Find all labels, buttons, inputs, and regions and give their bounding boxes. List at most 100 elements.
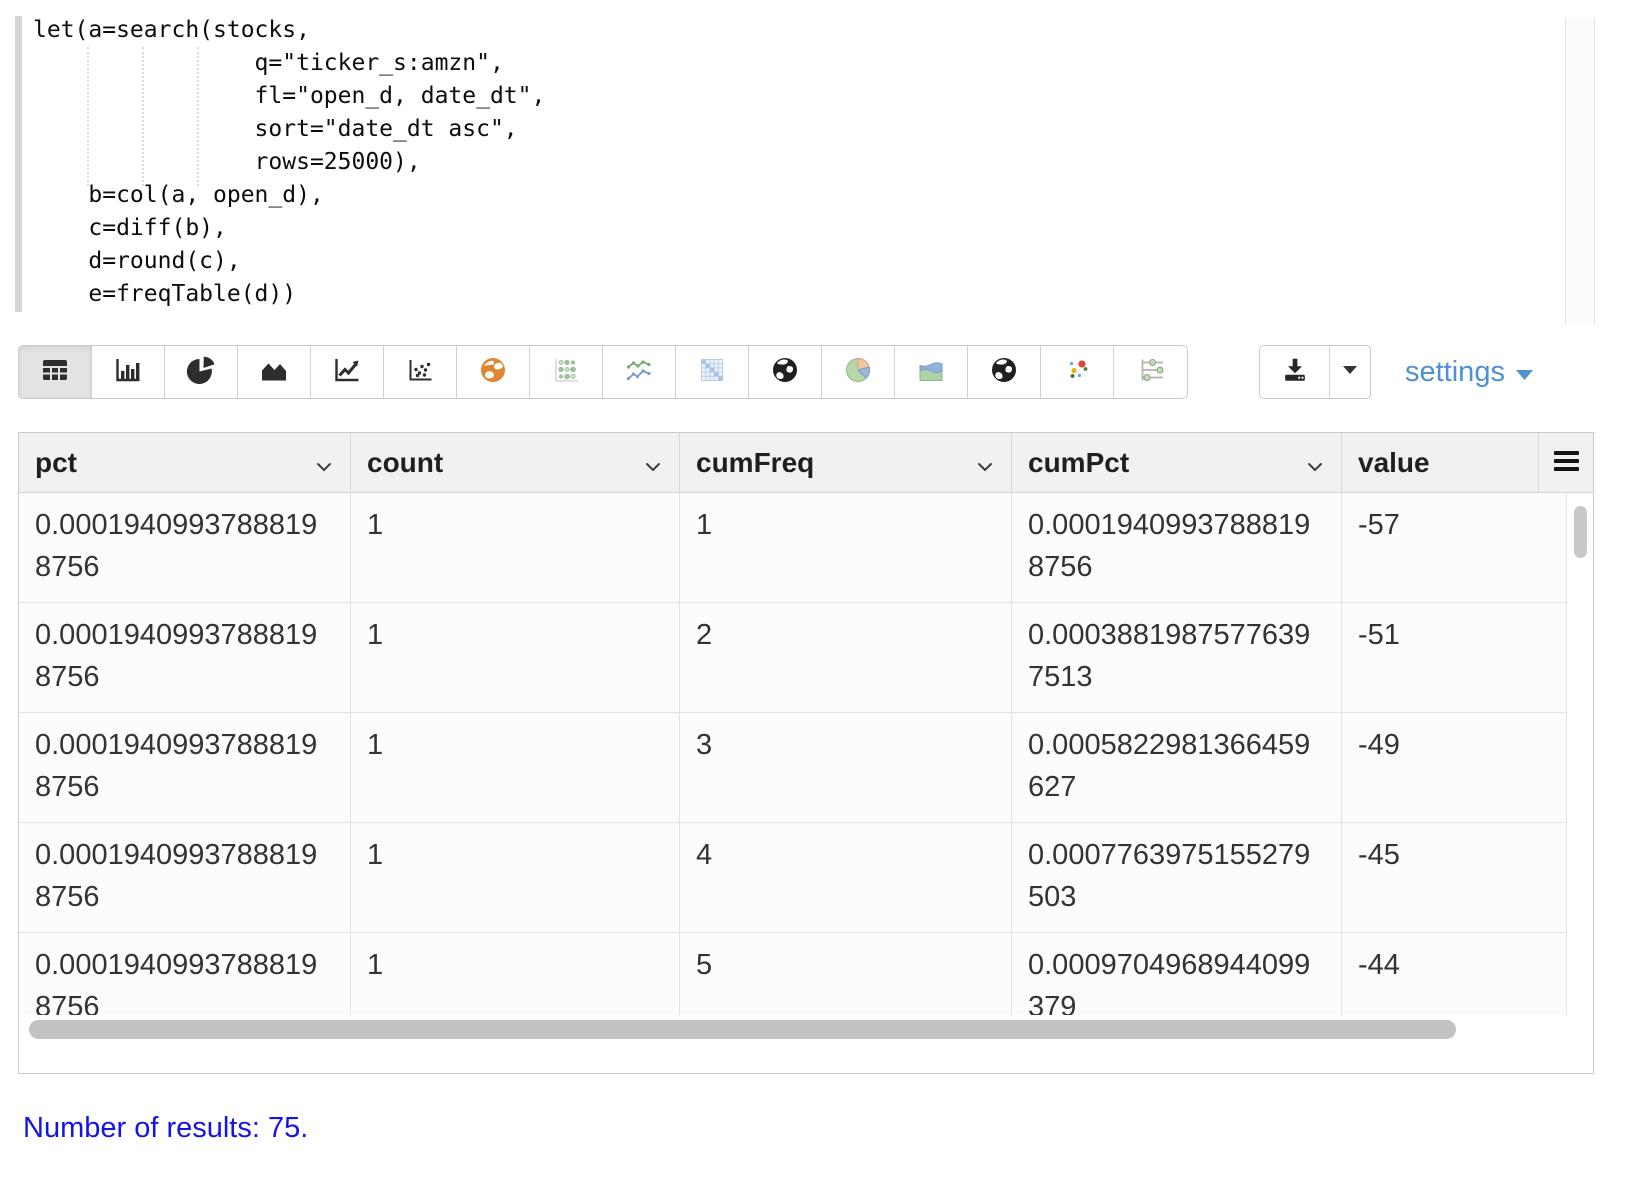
settings-label: settings	[1405, 356, 1505, 389]
column-header-count[interactable]: count	[351, 433, 680, 492]
viz-button-area-chart[interactable]	[238, 346, 311, 398]
download-icon	[1280, 355, 1310, 390]
column-header-cumFreq[interactable]: cumFreq	[680, 433, 1012, 492]
viz-button-line-chart[interactable]	[311, 346, 384, 398]
cell-value: -51	[1342, 603, 1567, 712]
table-menu-button[interactable]	[1539, 433, 1593, 492]
code-line: c=diff(b),	[33, 212, 545, 245]
globe-dark-icon	[987, 354, 1021, 391]
cell-pct: 0.00019409937888198756	[19, 493, 351, 602]
code-line: e=freqTable(d))	[33, 278, 545, 311]
cell-cumPct: 0.0005822981366459627	[1012, 713, 1342, 822]
download-dropdown-button[interactable]	[1330, 346, 1370, 398]
chevron-down-icon[interactable]	[1307, 447, 1323, 479]
editor-scrollbar[interactable]	[1565, 18, 1595, 324]
chevron-down-icon[interactable]	[645, 447, 661, 479]
chevron-down-icon[interactable]	[316, 447, 332, 479]
code-block[interactable]: let(a=search(stocks, q="ticker_s:amzn", …	[33, 14, 545, 311]
table-row[interactable]: 0.00019409937888198756 1 2 0.00038819875…	[19, 603, 1567, 713]
code-line: sort="date_dt asc",	[33, 113, 545, 146]
table-row[interactable]: 0.00019409937888198756 1 4 0.00077639751…	[19, 823, 1567, 933]
vertical-scrollbar-thumb[interactable]	[1574, 506, 1587, 558]
download-button[interactable]	[1260, 346, 1330, 398]
cell-count: 1	[351, 493, 680, 602]
viz-button-map-globe-orange[interactable]	[457, 346, 530, 398]
cell-value: -57	[1342, 493, 1567, 602]
results-table: pct count cumFreq cumPct value	[18, 432, 1594, 1074]
area-chart-icon	[257, 354, 291, 391]
column-label: cumPct	[1028, 447, 1129, 479]
caret-down-icon	[1505, 356, 1534, 389]
cell-cumFreq: 1	[680, 493, 1012, 602]
chevron-down-icon[interactable]	[977, 447, 993, 479]
notebook-paragraph: let(a=search(stocks, q="ticker_s:amzn", …	[0, 0, 1626, 1184]
globe-dark-icon	[768, 354, 802, 391]
viz-button-area-chart-color[interactable]	[895, 346, 968, 398]
viz-button-heatmap[interactable]	[676, 346, 749, 398]
column-header-cumPct[interactable]: cumPct	[1012, 433, 1342, 492]
viz-button-multi-line-chart[interactable]	[603, 346, 676, 398]
cell-pct: 0.00019409937888198756	[19, 713, 351, 822]
code-line: fl="open_d, date_dt",	[33, 80, 545, 113]
viz-button-sliders[interactable]	[1114, 346, 1187, 398]
viz-button-pie-chart[interactable]	[165, 346, 238, 398]
horizontal-scrollbar-thumb[interactable]	[29, 1020, 1456, 1039]
scatter-color-icon	[1060, 354, 1094, 391]
viz-button-bubble-grid[interactable]	[530, 346, 603, 398]
cell-cumFreq: 2	[680, 603, 1012, 712]
viz-button-globe-dark-2[interactable]	[968, 346, 1041, 398]
cell-value: -49	[1342, 713, 1567, 822]
cell-cumFreq: 4	[680, 823, 1012, 932]
vertical-scrollbar[interactable]	[1567, 493, 1593, 1045]
viz-button-scatter-color[interactable]	[1041, 346, 1114, 398]
cell-pct: 0.00019409937888198756	[19, 823, 351, 932]
column-label: count	[367, 447, 443, 479]
table-row[interactable]: 0.00019409937888198756 1 1 0.00019409937…	[19, 493, 1567, 603]
caret-down-icon	[1341, 363, 1359, 381]
bar-chart-icon	[111, 354, 145, 391]
cell-cumPct: 0.00038819875776397513	[1012, 603, 1342, 712]
globe-orange-icon	[476, 354, 510, 391]
viz-button-pie-chart-color[interactable]	[822, 346, 895, 398]
column-label: value	[1358, 447, 1430, 479]
bubble-grid-icon	[549, 354, 583, 391]
table-header-row: pct count cumFreq cumPct value	[19, 433, 1593, 493]
viz-button-scatter-plot[interactable]	[384, 346, 457, 398]
code-line: let(a=search(stocks,	[33, 14, 545, 47]
column-header-pct[interactable]: pct	[19, 433, 351, 492]
area-color-icon	[914, 354, 948, 391]
cell-cumPct: 0.00019409937888198756	[1012, 493, 1342, 602]
viz-button-bar-chart[interactable]	[92, 346, 165, 398]
column-label: pct	[35, 447, 77, 479]
line-chart-icon	[330, 354, 364, 391]
cell-count: 1	[351, 713, 680, 822]
code-line: b=col(a, open_d),	[33, 179, 545, 212]
cell-cumPct: 0.0007763975155279503	[1012, 823, 1342, 932]
cell-count: 1	[351, 823, 680, 932]
hamburger-menu-icon	[1553, 447, 1580, 479]
results-count-text: Number of results: 75.	[23, 1112, 308, 1145]
cell-value: -45	[1342, 823, 1567, 932]
cell-count: 1	[351, 603, 680, 712]
download-button-group	[1259, 345, 1371, 399]
editor-left-bar	[15, 16, 22, 312]
settings-link[interactable]: settings	[1405, 352, 1534, 392]
multi-line-chart-icon	[622, 354, 656, 391]
column-header-value[interactable]: value	[1342, 433, 1539, 492]
code-line: q="ticker_s:amzn",	[33, 47, 545, 80]
viz-button-table[interactable]	[19, 346, 92, 398]
indent-guide	[142, 47, 144, 186]
heatmap-icon	[695, 354, 729, 391]
viz-toolbar	[18, 345, 1188, 399]
table-icon	[38, 354, 72, 391]
indent-guide	[87, 47, 89, 186]
sliders-icon	[1134, 354, 1168, 391]
code-line: d=round(c),	[33, 245, 545, 278]
pie-chart-icon	[184, 354, 218, 391]
table-row[interactable]: 0.00019409937888198756 1 3 0.00058229813…	[19, 713, 1567, 823]
code-line: rows=25000),	[33, 146, 545, 179]
pie-color-icon	[841, 354, 875, 391]
horizontal-scrollbar[interactable]	[19, 1015, 1567, 1045]
code-editor[interactable]: let(a=search(stocks, q="ticker_s:amzn", …	[0, 0, 1626, 330]
viz-button-globe-dark-1[interactable]	[749, 346, 822, 398]
